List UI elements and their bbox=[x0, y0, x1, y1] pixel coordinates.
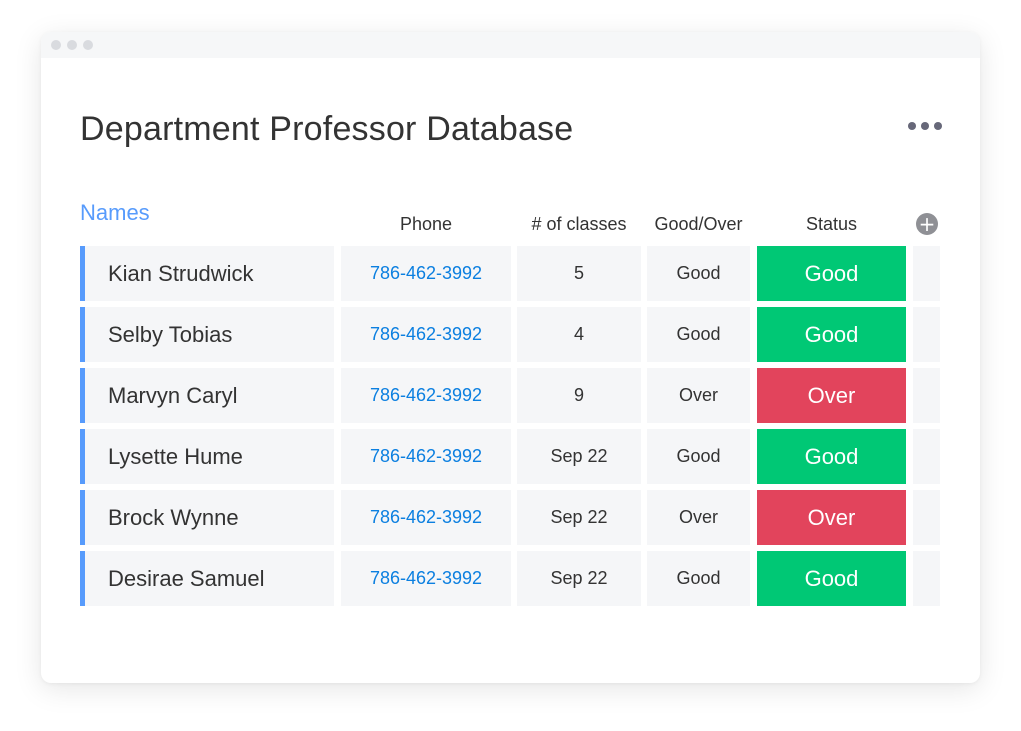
row-phone-link[interactable]: 786-462-3992 bbox=[341, 246, 511, 301]
row-extra-cell bbox=[913, 429, 940, 484]
row-phone-link[interactable]: 786-462-3992 bbox=[341, 490, 511, 545]
column-header-status[interactable]: Status bbox=[757, 214, 906, 235]
row-status-badge[interactable]: Good bbox=[757, 246, 906, 301]
row-classes-cell[interactable]: 5 bbox=[517, 246, 641, 301]
row-extra-cell bbox=[913, 490, 940, 545]
row-classes-cell[interactable]: Sep 22 bbox=[517, 429, 641, 484]
window-titlebar bbox=[41, 32, 980, 58]
row-classes-cell[interactable]: Sep 22 bbox=[517, 551, 641, 606]
window-dot-icon bbox=[83, 40, 93, 50]
row-phone-link[interactable]: 786-462-3992 bbox=[341, 551, 511, 606]
column-header-phone[interactable]: Phone bbox=[341, 214, 511, 235]
row-goodover-cell[interactable]: Good bbox=[647, 307, 750, 362]
row-goodover-cell[interactable]: Good bbox=[647, 429, 750, 484]
row-phone-link[interactable]: 786-462-3992 bbox=[341, 429, 511, 484]
row-goodover-cell[interactable]: Over bbox=[647, 490, 750, 545]
row-classes-cell[interactable]: Sep 22 bbox=[517, 490, 641, 545]
row-goodover-cell[interactable]: Good bbox=[647, 551, 750, 606]
row-classes-cell[interactable]: 4 bbox=[517, 307, 641, 362]
row-name-cell[interactable]: Marvyn Caryl bbox=[80, 368, 334, 423]
row-phone-link[interactable]: 786-462-3992 bbox=[341, 307, 511, 362]
row-name-cell[interactable]: Desirae Samuel bbox=[80, 551, 334, 606]
row-name-cell[interactable]: Selby Tobias bbox=[80, 307, 334, 362]
board-window: Department Professor Database Names Phon… bbox=[41, 32, 980, 683]
row-extra-cell bbox=[913, 368, 940, 423]
row-extra-cell bbox=[913, 551, 940, 606]
row-phone-link[interactable]: 786-462-3992 bbox=[341, 368, 511, 423]
row-extra-cell bbox=[913, 307, 940, 362]
column-header-classes[interactable]: # of classes bbox=[517, 214, 641, 235]
row-goodover-cell[interactable]: Over bbox=[647, 368, 750, 423]
row-name-cell[interactable]: Brock Wynne bbox=[80, 490, 334, 545]
row-name-cell[interactable]: Kian Strudwick bbox=[80, 246, 334, 301]
row-extra-cell bbox=[913, 246, 940, 301]
page-title: Department Professor Database bbox=[80, 110, 574, 148]
group-title[interactable]: Names bbox=[80, 200, 150, 226]
row-name-cell[interactable]: Lysette Hume bbox=[80, 429, 334, 484]
window-dot-icon bbox=[67, 40, 77, 50]
add-column-icon[interactable]: + bbox=[916, 213, 938, 235]
row-status-badge[interactable]: Good bbox=[757, 429, 906, 484]
more-options-icon[interactable] bbox=[908, 122, 942, 130]
row-classes-cell[interactable]: 9 bbox=[517, 368, 641, 423]
row-goodover-cell[interactable]: Good bbox=[647, 246, 750, 301]
row-status-badge[interactable]: Over bbox=[757, 368, 906, 423]
row-status-badge[interactable]: Good bbox=[757, 551, 906, 606]
row-status-badge[interactable]: Over bbox=[757, 490, 906, 545]
row-status-badge[interactable]: Good bbox=[757, 307, 906, 362]
window-dot-icon bbox=[51, 40, 61, 50]
column-header-goodover[interactable]: Good/Over bbox=[647, 214, 750, 235]
